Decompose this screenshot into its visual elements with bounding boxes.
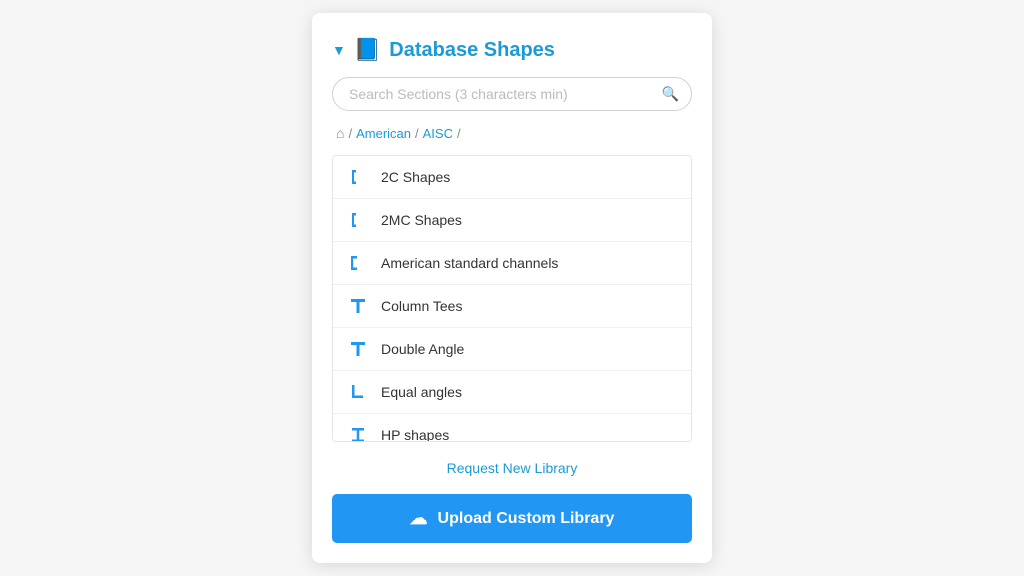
upload-custom-library-button[interactable]: ☁ Upload Custom Library xyxy=(332,494,692,543)
book-icon: 📘 xyxy=(354,37,381,63)
shape-name: Column Tees xyxy=(381,298,462,314)
breadcrumb-american[interactable]: American xyxy=(356,126,411,141)
shape-icon xyxy=(347,252,369,274)
shape-icon xyxy=(347,166,369,188)
list-item[interactable]: American standard channels xyxy=(333,242,691,285)
shape-icon xyxy=(347,424,369,441)
breadcrumb-separator-3: / xyxy=(457,126,461,141)
shapes-list: 2C Shapes 2MC Shapes American standard c… xyxy=(333,156,691,441)
shape-name: HP shapes xyxy=(381,427,449,441)
request-new-library-link[interactable]: Request New Library xyxy=(332,456,692,480)
shape-name: Equal angles xyxy=(381,384,462,400)
list-item[interactable]: 2MC Shapes xyxy=(333,199,691,242)
list-item[interactable]: 2C Shapes xyxy=(333,156,691,199)
list-item[interactable]: HP shapes xyxy=(333,414,691,441)
list-item[interactable]: Equal angles xyxy=(333,371,691,414)
shape-icon xyxy=(347,209,369,231)
upload-icon: ☁ xyxy=(410,508,428,529)
chevron-icon: ▼ xyxy=(332,42,346,58)
database-shapes-panel: ▼ 📘 Database Shapes 🔍 ⌂ / American / AIS… xyxy=(312,13,712,563)
shape-name: 2MC Shapes xyxy=(381,212,462,228)
breadcrumb-separator-1: / xyxy=(348,126,352,141)
shapes-list-container: 2C Shapes 2MC Shapes American standard c… xyxy=(332,155,692,442)
panel-title-row: ▼ 📘 Database Shapes xyxy=(332,37,692,63)
shape-name: Double Angle xyxy=(381,341,464,357)
search-wrapper: 🔍 xyxy=(332,77,692,111)
shape-icon xyxy=(347,295,369,317)
shape-name: American standard channels xyxy=(381,255,558,271)
shape-name: 2C Shapes xyxy=(381,169,450,185)
search-icon: 🔍 xyxy=(662,86,679,103)
breadcrumb: ⌂ / American / AISC / xyxy=(332,125,692,141)
breadcrumb-separator-2: / xyxy=(415,126,419,141)
shape-icon xyxy=(347,338,369,360)
shape-icon xyxy=(347,381,369,403)
list-item[interactable]: Double Angle xyxy=(333,328,691,371)
search-input[interactable] xyxy=(332,77,692,111)
list-item[interactable]: Column Tees xyxy=(333,285,691,328)
home-icon[interactable]: ⌂ xyxy=(336,125,344,141)
breadcrumb-aisc[interactable]: AISC xyxy=(423,126,453,141)
panel-title: Database Shapes xyxy=(389,39,555,62)
upload-button-label: Upload Custom Library xyxy=(438,510,615,528)
